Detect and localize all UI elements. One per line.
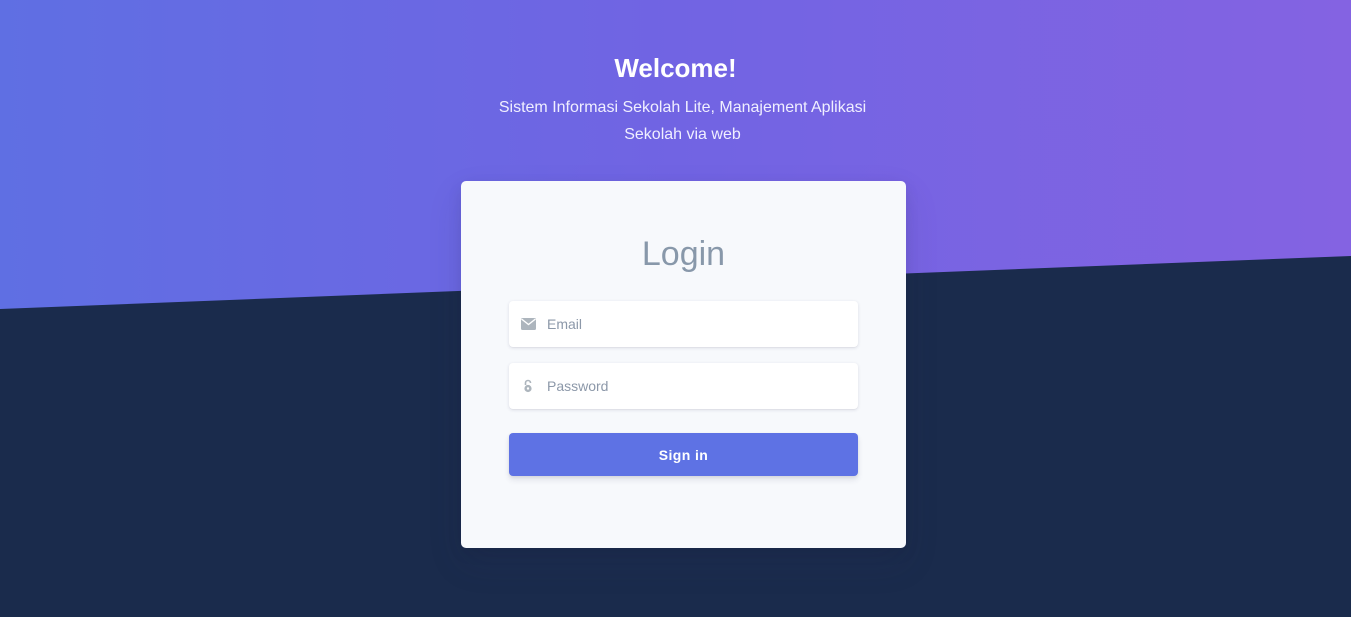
password-field[interactable] [509,363,858,409]
email-field[interactable] [509,301,858,347]
lock-icon [519,377,537,395]
password-input[interactable] [545,363,849,409]
sign-in-button[interactable]: Sign in [509,433,858,476]
welcome-subtitle: Sistem Informasi Sekolah Lite, Manajemen… [498,99,867,143]
login-card: Login Sign in [461,181,906,548]
login-title: Login [641,235,726,273]
welcome-title: Welcome! [614,53,737,83]
envelope-icon [519,315,537,333]
email-input[interactable] [545,301,849,347]
